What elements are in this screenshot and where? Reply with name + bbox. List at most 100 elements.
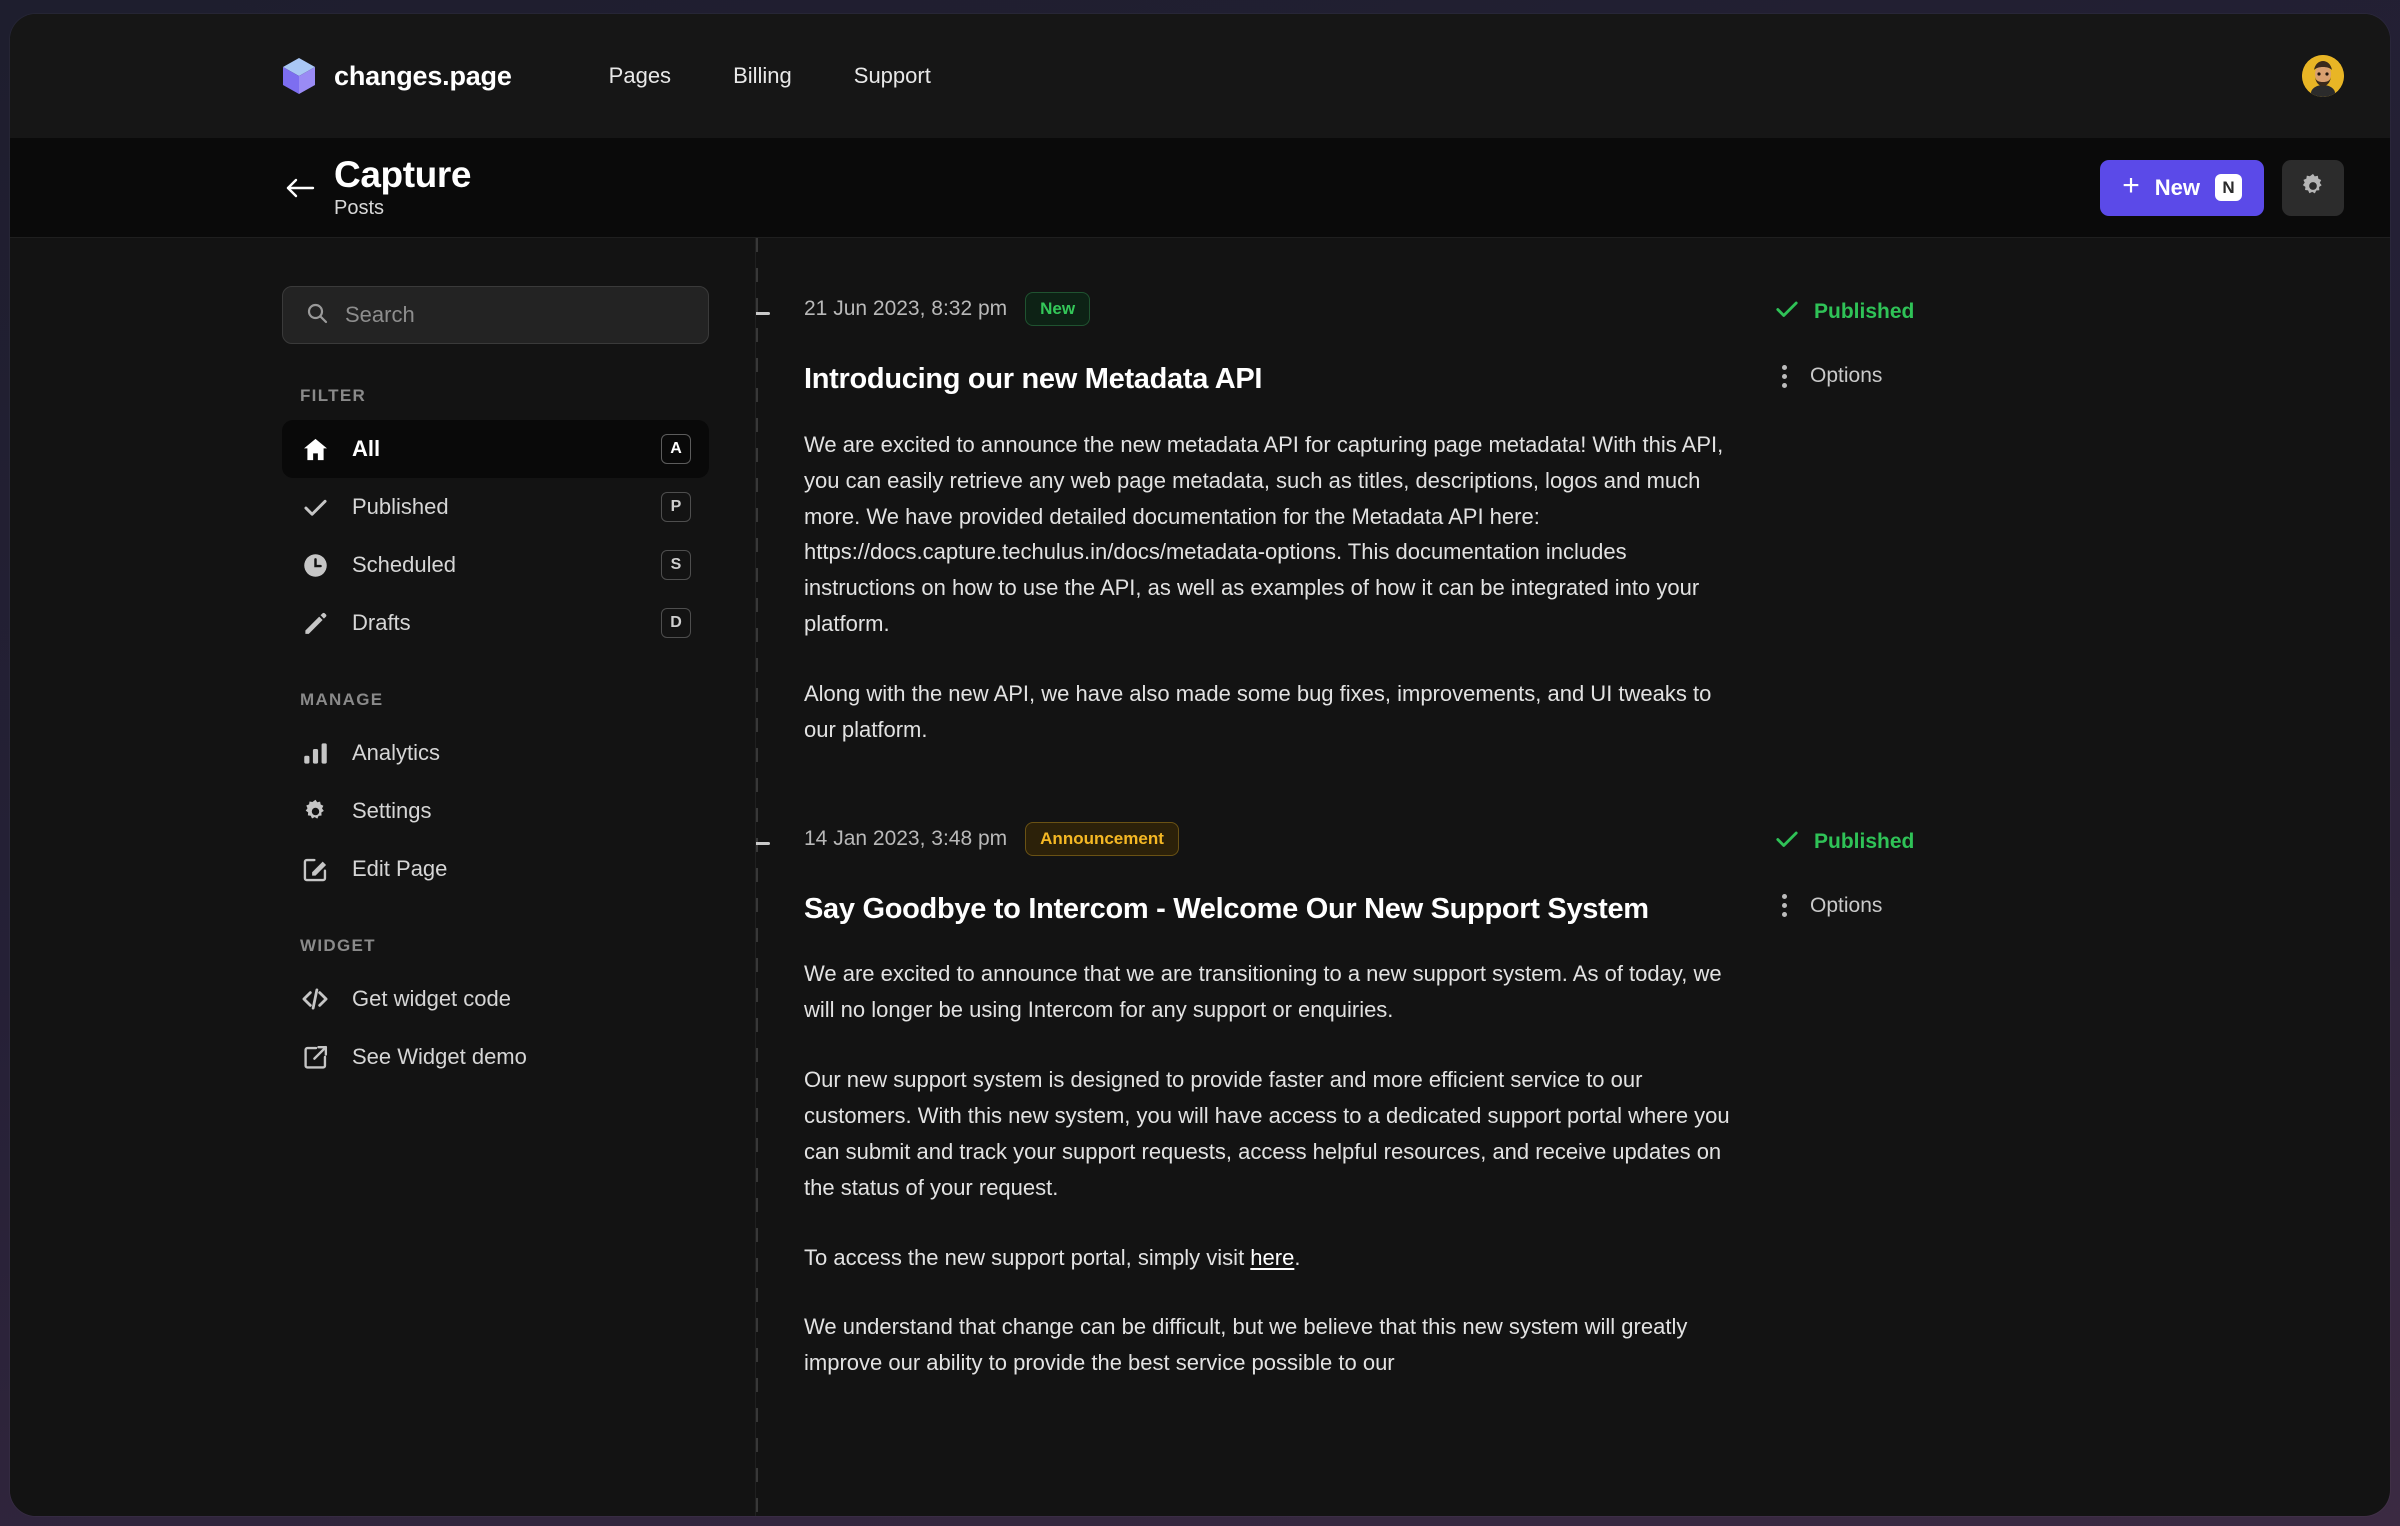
post-status: Published bbox=[1774, 296, 2134, 328]
sidebar-item-see-widget-demo[interactable]: See Widget demo bbox=[282, 1028, 709, 1086]
sidebar: FILTER All A Pu bbox=[10, 238, 756, 1516]
post-main: 14 Jan 2023, 3:48 pm Announcement Say Go… bbox=[804, 822, 1734, 1382]
sidebar-label-scheduled: Scheduled bbox=[352, 552, 456, 578]
sidebar-item-scheduled[interactable]: Scheduled S bbox=[282, 536, 709, 594]
search-input[interactable] bbox=[345, 302, 686, 328]
post-paragraph: Along with the new API, we have also mad… bbox=[804, 676, 1734, 748]
post-paragraph: Our new support system is designed to pr… bbox=[804, 1062, 1734, 1205]
search-icon bbox=[305, 301, 329, 330]
sidebar-shortcut-all: A bbox=[661, 434, 691, 464]
top-navbar: changes.page Pages Billing Support bbox=[10, 14, 2390, 138]
post-options-button[interactable]: Options bbox=[1774, 894, 2134, 918]
post-options-label: Options bbox=[1810, 364, 1882, 388]
brand-name: changes.page bbox=[334, 61, 512, 92]
search-box[interactable] bbox=[282, 286, 709, 344]
sidebar-label-see-widget-demo: See Widget demo bbox=[352, 1044, 527, 1070]
kebab-menu-icon bbox=[1774, 894, 1794, 917]
sidebar-item-published[interactable]: Published P bbox=[282, 478, 709, 536]
page-header: Capture Posts + New N bbox=[10, 138, 2390, 238]
sidebar-label-edit-page: Edit Page bbox=[352, 856, 447, 882]
sidebar-group-label-manage: MANAGE bbox=[282, 690, 709, 710]
sidebar-label-analytics: Analytics bbox=[352, 740, 440, 766]
post-side-actions: Published Options bbox=[1734, 822, 2134, 918]
sidebar-group-manage: MANAGE Analytics bbox=[282, 690, 709, 898]
clock-icon bbox=[300, 550, 330, 580]
status-badge: New bbox=[1025, 292, 1090, 326]
check-icon bbox=[1774, 296, 1800, 328]
post-main: 21 Jun 2023, 8:32 pm New Introducing our… bbox=[804, 292, 1734, 748]
page-subtitle: Posts bbox=[334, 197, 471, 219]
check-icon bbox=[1774, 826, 1800, 858]
arrow-left-icon[interactable] bbox=[282, 170, 318, 206]
sidebar-group-label-filter: FILTER bbox=[282, 386, 709, 406]
new-post-label: New bbox=[2155, 175, 2200, 201]
post-body: We are excited to announce the new metad… bbox=[804, 427, 1734, 748]
home-icon bbox=[300, 434, 330, 464]
pencil-icon bbox=[300, 608, 330, 638]
post-paragraph: We are excited to announce that we are t… bbox=[804, 956, 1734, 1028]
post-title[interactable]: Introducing our new Metadata API bbox=[804, 362, 1734, 397]
bar-chart-icon bbox=[300, 738, 330, 768]
support-portal-link[interactable]: here bbox=[1250, 1245, 1294, 1270]
post-status: Published bbox=[1774, 826, 2134, 858]
brand[interactable]: changes.page bbox=[282, 57, 512, 95]
post-status-label: Published bbox=[1814, 300, 1914, 324]
post-item: 14 Jan 2023, 3:48 pm Announcement Say Go… bbox=[756, 822, 2390, 1382]
sidebar-item-get-widget-code[interactable]: Get widget code bbox=[282, 970, 709, 1028]
posts-timeline: 21 Jun 2023, 8:32 pm New Introducing our… bbox=[756, 238, 2390, 1516]
post-options-button[interactable]: Options bbox=[1774, 364, 2134, 388]
plus-icon: + bbox=[2122, 171, 2140, 201]
avatar-wrap bbox=[2302, 55, 2344, 97]
post-title[interactable]: Say Goodbye to Intercom - Welcome Our Ne… bbox=[804, 892, 1734, 927]
sidebar-label-settings: Settings bbox=[352, 798, 432, 824]
nav-link-billing[interactable]: Billing bbox=[702, 53, 823, 99]
sidebar-group-label-widget: WIDGET bbox=[282, 936, 709, 956]
settings-button[interactable] bbox=[2282, 160, 2344, 216]
status-badge: Announcement bbox=[1025, 822, 1179, 856]
main-area: FILTER All A Pu bbox=[10, 238, 2390, 1516]
new-post-shortcut: N bbox=[2215, 174, 2242, 201]
post-meta: 14 Jan 2023, 3:48 pm Announcement bbox=[804, 822, 1734, 856]
nav-link-pages[interactable]: Pages bbox=[578, 53, 702, 99]
post-date: 14 Jan 2023, 3:48 pm bbox=[804, 827, 1007, 851]
nav-links: Pages Billing Support bbox=[578, 53, 962, 99]
sidebar-shortcut-drafts: D bbox=[661, 608, 691, 638]
post-paragraph-with-link: To access the new support portal, simply… bbox=[804, 1240, 1734, 1276]
post-paragraph: We understand that change can be difficu… bbox=[804, 1309, 1734, 1381]
sidebar-item-edit-page[interactable]: Edit Page bbox=[282, 840, 709, 898]
sidebar-group-filter: FILTER All A Pu bbox=[282, 386, 709, 652]
check-icon bbox=[300, 492, 330, 522]
sidebar-label-drafts: Drafts bbox=[352, 610, 411, 636]
title-block: Capture Posts bbox=[334, 156, 471, 220]
sidebar-item-settings[interactable]: Settings bbox=[282, 782, 709, 840]
sidebar-shortcut-published: P bbox=[661, 492, 691, 522]
nav-link-support[interactable]: Support bbox=[823, 53, 962, 99]
timeline-tick bbox=[756, 312, 770, 315]
code-icon bbox=[300, 984, 330, 1014]
page-title: Capture bbox=[334, 156, 471, 195]
sidebar-label-published: Published bbox=[352, 494, 449, 520]
sidebar-item-all[interactable]: All A bbox=[282, 420, 709, 478]
post-side-actions: Published Options bbox=[1734, 292, 2134, 388]
post-paragraph: We are excited to announce the new metad… bbox=[804, 427, 1734, 642]
app-window: changes.page Pages Billing Support bbox=[10, 14, 2390, 1516]
post-status-label: Published bbox=[1814, 830, 1914, 854]
new-post-button[interactable]: + New N bbox=[2100, 160, 2264, 216]
sidebar-label-all: All bbox=[352, 436, 380, 462]
gear-icon bbox=[2299, 172, 2327, 203]
post-options-label: Options bbox=[1810, 894, 1882, 918]
post-meta: 21 Jun 2023, 8:32 pm New bbox=[804, 292, 1734, 326]
post-date: 21 Jun 2023, 8:32 pm bbox=[804, 297, 1007, 321]
cube-icon bbox=[282, 57, 316, 95]
kebab-menu-icon bbox=[1774, 365, 1794, 388]
sidebar-item-drafts[interactable]: Drafts D bbox=[282, 594, 709, 652]
sidebar-item-analytics[interactable]: Analytics bbox=[282, 724, 709, 782]
avatar[interactable] bbox=[2302, 55, 2344, 97]
header-actions: + New N bbox=[2100, 160, 2344, 216]
sidebar-shortcut-scheduled: S bbox=[661, 550, 691, 580]
posts-list: 21 Jun 2023, 8:32 pm New Introducing our… bbox=[756, 238, 2390, 1381]
external-link-icon bbox=[300, 1042, 330, 1072]
edit-square-icon bbox=[300, 854, 330, 884]
post-body: We are excited to announce that we are t… bbox=[804, 956, 1734, 1381]
sidebar-label-get-widget-code: Get widget code bbox=[352, 986, 511, 1012]
